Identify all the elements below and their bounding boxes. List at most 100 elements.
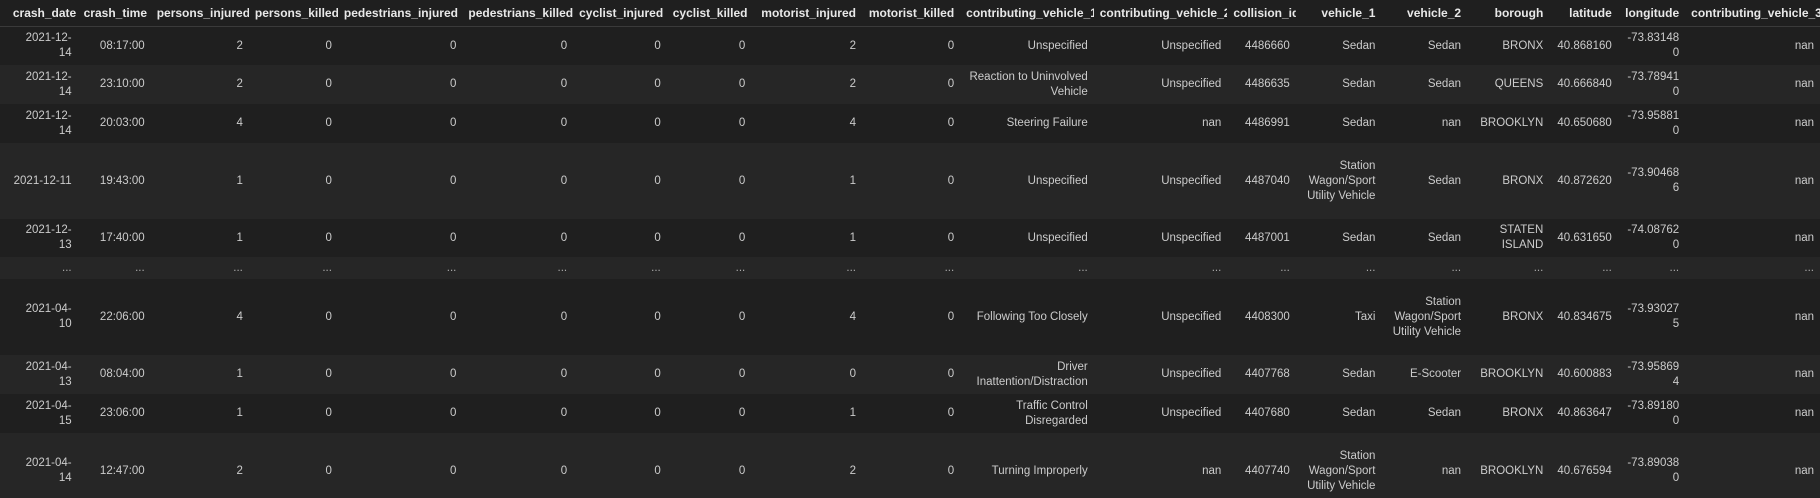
table-row: 2021-04-10 22:06:00 4 0 0 0 0 0 4 0 Following Too … [0,279,1820,355]
ellipsis-row: ........................................… [0,257,1820,279]
table-cell: Reaction to Uninvolved Vehicle [960,65,1094,104]
table-cell: -74.087620 [1617,219,1686,257]
row-index [0,355,7,394]
table-cell: Unspecified [1093,394,1228,433]
table-cell: 0 [462,26,574,65]
table-cell: 0 [666,355,752,394]
row-index [0,26,7,65]
row-index [0,219,7,257]
table-cell: 0 [861,26,961,65]
table-cell: 0 [751,355,862,394]
column-header: persons_killed [248,0,338,27]
column-header: contributing_vehicle_2 [1093,0,1228,27]
row-index [0,65,7,104]
table-cell: 0 [248,355,338,394]
table-cell: 1 [150,143,249,219]
table-cell: -73.891800 [1617,394,1686,433]
table-cell: 0 [861,65,961,104]
table-cell: 1 [150,394,249,433]
table-row: 2021-04-13 08:04:00 1 0 0 0 0 0 0 0 Driver Inatten… [0,355,1820,394]
table-cell: Unspecified [1093,355,1228,394]
table-cell: 0 [573,104,667,143]
table-cell: Sedan [1295,104,1382,143]
table-cell: Unspecified [960,219,1094,257]
table-cell: 0 [666,433,752,498]
table-cell: Station Wagon/Sport Utility Vehicle [1295,433,1382,498]
table-cell: 0 [573,394,667,433]
table-cell: 0 [337,355,463,394]
table-cell: 17:40:00 [77,219,151,257]
table-cell: 08:17:00 [77,26,151,65]
row-index [0,394,7,433]
table-row: 2021-04-15 23:06:00 1 0 0 0 0 0 1 0 Traffic Contro… [0,394,1820,433]
table-cell: 0 [248,219,338,257]
table-cell: 40.834675 [1549,279,1618,355]
table-cell: ... [1295,257,1382,279]
table-cell: nan [1685,26,1820,65]
table-cell: 0 [248,143,338,219]
table-cell: 40.650680 [1549,104,1618,143]
table-cell: nan [1685,104,1820,143]
table-cell: 0 [337,394,463,433]
dataframe-table: crash_date crash_time persons_injured perso… [0,0,1820,498]
dataframe-output: crash_date crash_time persons_injured perso… [0,0,1820,498]
table-cell: Taxi [1295,279,1382,355]
row-index [0,279,7,355]
table-cell: 0 [248,104,338,143]
table-cell: 0 [861,219,961,257]
table-cell: 2 [751,433,862,498]
table-cell: Steering Failure [960,104,1094,143]
table-cell: 20:03:00 [77,104,151,143]
table-row: 2021-12-14 08:17:00 2 0 0 0 0 0 2 0 Unspecified Uns… [0,26,1820,65]
table-cell: nan [1685,279,1820,355]
table-cell: 08:04:00 [77,355,151,394]
table-cell: nan [1685,65,1820,104]
column-header: contributing_vehicle_3 [1685,0,1820,27]
table-cell: 1 [751,219,862,257]
table-cell: 0 [337,279,463,355]
table-cell: 4487040 [1227,143,1296,219]
table-cell: 40.666840 [1549,65,1618,104]
row-index [0,104,7,143]
table-cell: BRONX [1467,394,1550,433]
table-cell: 4407768 [1227,355,1296,394]
table-cell: 2021-12-14 [6,65,78,104]
table-cell: Sedan [1381,26,1468,65]
table-cell: -73.958810 [1617,104,1686,143]
table-cell: ... [77,257,151,279]
table-cell: 2 [150,65,249,104]
table-cell: nan [1381,433,1468,498]
table-cell: nan [1685,219,1820,257]
column-header: longitude [1617,0,1686,27]
column-header: motorist_killed [861,0,961,27]
column-header: borough [1467,0,1550,27]
table-cell: 1 [751,143,862,219]
table-cell: 2 [751,26,862,65]
column-header: motorist_injured [751,0,862,27]
table-cell: ... [150,257,249,279]
table-cell: -73.890380 [1617,433,1686,498]
table-cell: Following Too Closely [960,279,1094,355]
column-header: vehicle_1 [1295,0,1382,27]
table-cell: Sedan [1295,394,1382,433]
table-cell: STATEN ISLAND [1467,219,1550,257]
table-cell: 12:47:00 [77,433,151,498]
table-cell: 2 [751,65,862,104]
table-cell: 0 [861,279,961,355]
column-header: latitude [1549,0,1618,27]
table-cell: 40.868160 [1549,26,1618,65]
column-header: crash_date [6,0,78,27]
table-cell: ... [1381,257,1468,279]
table-row: 2021-04-14 12:47:00 2 0 0 0 0 0 2 0 Turning Improp… [0,433,1820,498]
table-cell: BRONX [1467,143,1550,219]
table-cell: Unspecified [1093,219,1228,257]
table-cell: nan [1685,433,1820,498]
table-cell: 0 [573,219,667,257]
table-cell: 2021-04-14 [6,433,78,498]
table-cell: Unspecified [1093,143,1228,219]
table-cell: 0 [462,104,574,143]
table-cell: Sedan [1295,65,1382,104]
table-row: 2021-12-14 20:03:00 4 0 0 0 0 0 4 0 Steering Failu… [0,104,1820,143]
table-cell: Sedan [1381,143,1468,219]
table-cell: 2021-12-14 [6,26,78,65]
